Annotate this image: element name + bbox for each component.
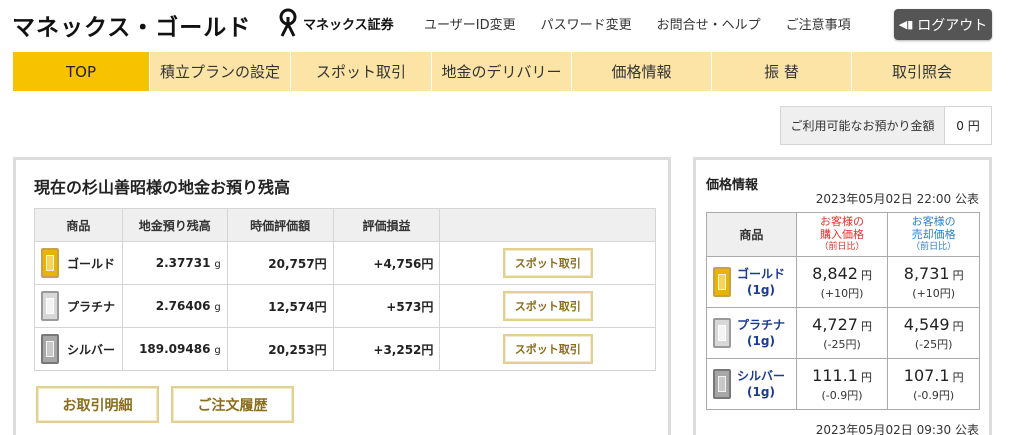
col-product: 商品 [706,212,797,257]
sell-change: (-0.9円) [913,388,955,402]
product-link[interactable]: シルバー (1g) [737,368,785,400]
holdings-panel: 現在の杉山善昭様の地金お預り残高 商品 地金預り残高 時価評価額 評価損益 ゴー… [13,157,671,435]
price-info-panel: 価格情報 2023年05月02日 22:00 公表 商品 お客様の 購入価格 （… [693,157,992,435]
quantity: 2.76406 [155,299,211,313]
header: マネックス・ゴールド マネックス証券 ユーザーID変更 パスワード変更 お問合せ… [0,0,1020,50]
main-nav: TOP 積立プランの設定 スポット取引 地金のデリバリー 価格情報 振 替 取引… [13,52,992,91]
market-value: 20,253円 [226,327,334,371]
quantity: 2.37731 [155,256,211,270]
table-row: ゴールド 2.37731 g 20,757円 +4,756円 スポット取引 [34,241,656,285]
buy-change: (+10円) [820,286,864,300]
holdings-header-row: 商品 地金預り残高 時価評価額 評価損益 [34,208,656,242]
top-links: ユーザーID変更 パスワード変更 お問合せ・ヘルプ ご注意事項 [424,14,876,33]
market-value: 12,574円 [226,284,334,328]
table-row: プラチナ (1g) 4,727 円 (-25円) 4,549 円 (-25円) [706,307,980,359]
gold-bar-icon [713,267,731,297]
col-quantity: 地金預り残高 [121,208,228,242]
silver-bar-icon [713,369,731,399]
table-row: シルバー 189.09486 g 20,253円 +3,252円 スポット取引 [34,327,656,371]
holdings-title: 現在の杉山善昭様の地金お預り残高 [34,178,291,197]
profit-loss: +4,756円 [332,241,441,285]
price-table: 商品 お客様の 購入価格 （前日比） お客様の 売却価格 （前日比） ゴールド(… [706,212,980,410]
order-history-button[interactable]: ご注文履歴 [171,386,294,423]
buy-price: 4,727 [812,314,858,334]
link-change-password[interactable]: パスワード変更 [541,14,632,33]
nav-trade-inquiry[interactable]: 取引照会 [852,52,992,91]
spot-trade-button[interactable]: スポット取引 [502,334,593,364]
buy-change: (-25円) [823,337,861,351]
col-buy-price: お客様の 購入価格 （前日比） [795,212,889,257]
platinum-bar-icon [713,318,731,348]
brand-title: マネックス・ゴールド [12,15,252,41]
logout-label: ログアウト [917,17,988,34]
logout-icon: ◀▮ [898,18,914,31]
sell-price: 8,731 [903,263,950,283]
nav-transfer[interactable]: 振 替 [712,52,852,91]
table-row: プラチナ 2.76406 g 12,574円 +573円 スポット取引 [34,284,656,328]
buy-price: 111.1 [812,365,858,385]
buy-change: (-0.9円) [821,388,863,402]
col-action [439,208,656,242]
nav-top[interactable]: TOP [13,52,150,91]
price-header-row: 商品 お客様の 購入価格 （前日比） お客様の 売却価格 （前日比） [706,212,980,257]
spot-trade-button[interactable]: スポット取引 [502,291,593,321]
logout-button[interactable]: ◀▮ ログアウト [894,9,992,40]
product-name: ゴールド [67,256,116,271]
balance-value: 0 円 [945,107,991,144]
monex-logo[interactable]: マネックス証券 [277,8,394,38]
platinum-bar-icon [41,291,59,321]
price-publish-date: 2023年05月02日 22:00 公表 [815,192,979,206]
product-name: シルバー [67,342,116,357]
sell-price: 4,549 [903,314,950,334]
available-balance: ご利用可能なお預かり金額 0 円 [780,106,992,145]
table-row: シルバー (1g) 111.1 円 (-0.9円) 107.1 円 (-0.9円) [706,358,980,410]
trade-history-button[interactable]: お取引明細 [36,386,159,423]
nav-spot-trade[interactable]: スポット取引 [291,52,432,91]
sell-change: (-25円) [914,337,953,351]
table-row: ゴールド (1g) 8,842 円 (+10円) 8,731 円 (+10円) [706,256,980,308]
nav-delivery[interactable]: 地金のデリバリー [432,52,572,91]
profit-loss: +3,252円 [332,327,441,371]
product-link[interactable]: ゴールド (1g) [737,266,785,298]
market-value: 20,757円 [226,241,334,285]
link-change-user-id[interactable]: ユーザーID変更 [424,14,516,33]
balance-label: ご利用可能なお預かり金額 [781,107,945,144]
col-market-value: 時価評価額 [226,208,334,242]
sell-change: (+10円) [912,286,956,300]
col-sell-price: お客様の 売却価格 （前日比） [887,212,980,257]
holdings-table: 商品 地金預り残高 時価評価額 評価損益 ゴールド 2.37731 g 20,75… [34,208,656,371]
nav-savings-plan[interactable]: 積立プランの設定 [150,52,291,91]
buy-price: 8,842 [812,263,858,283]
spot-trade-button[interactable]: スポット取引 [502,248,593,278]
logo-text: マネックス証券 [303,17,394,33]
col-product: 商品 [34,208,123,242]
product-link[interactable]: プラチナ (1g) [737,317,785,349]
link-help[interactable]: お問合せ・ヘルプ [657,14,761,33]
monex-logo-icon [279,8,297,37]
nav-price-info[interactable]: 価格情報 [572,52,712,91]
product-name: プラチナ [67,299,116,314]
gold-bar-icon [41,248,59,278]
silver-bar-icon [41,334,59,364]
quantity: 189.09486 [139,342,211,356]
profit-loss: +573円 [332,284,441,328]
price-publish-date-secondary: 2023年05月02日 09:30 公表 [815,423,979,435]
link-notes[interactable]: ご注意事項 [786,14,851,33]
sell-price: 107.1 [903,365,950,385]
price-info-title: 価格情報 [706,178,759,193]
col-profit-loss: 評価損益 [332,208,441,242]
